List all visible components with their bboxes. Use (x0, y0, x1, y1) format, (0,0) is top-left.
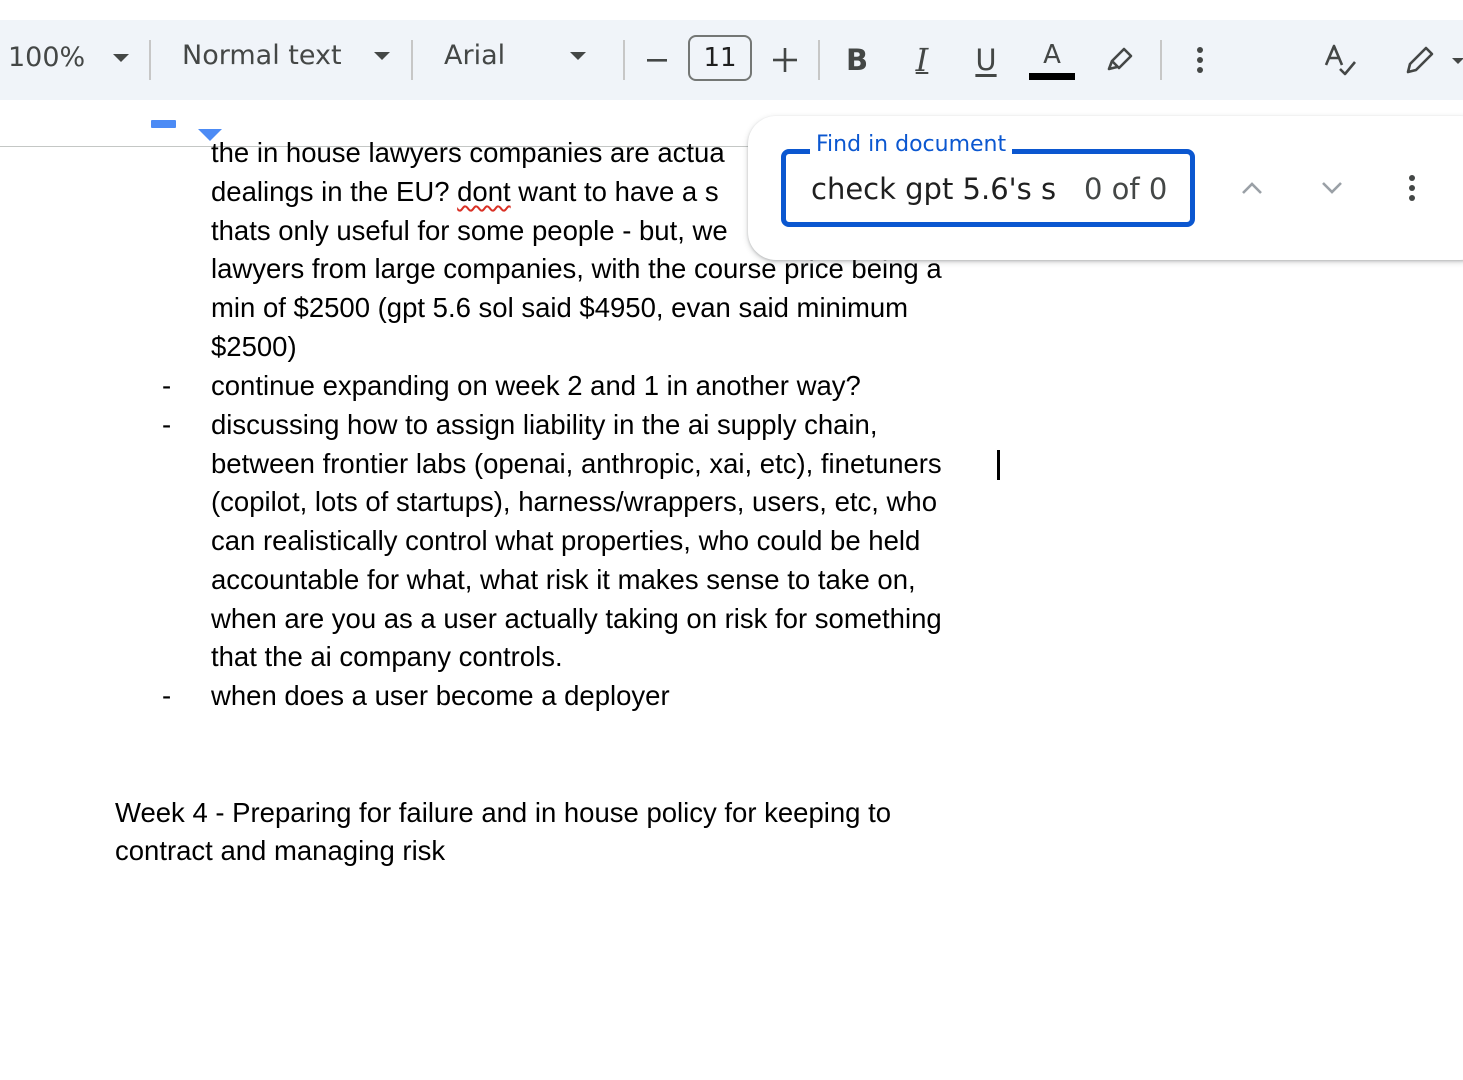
list-item-line: that the ai company controls. (211, 641, 563, 672)
previous-match-button[interactable] (1230, 166, 1274, 210)
list-item-line: between frontier labs (openai, anthropic… (211, 448, 942, 479)
paragraph-line: the in house lawyers companies are actua (211, 137, 725, 168)
paragraph-line: $2500) (211, 331, 297, 362)
section-heading-line: Week 4 - Preparing for failure and in ho… (115, 797, 892, 828)
paragraph-line: thats only useful for some people - but,… (211, 215, 728, 246)
find-panel: Find in document check gpt 5.6's s 0 of … (748, 116, 1463, 260)
list-item: continue expanding on week 2 and 1 in an… (211, 370, 861, 401)
spelling-error[interactable]: dont (457, 176, 511, 207)
chevron-up-icon (1242, 182, 1262, 194)
next-match-button[interactable] (1310, 166, 1354, 210)
list-item-line: discussing how to assign liability in th… (211, 409, 878, 440)
list-item-line: when are you as a user actually taking o… (211, 603, 942, 634)
list-item-line: can realistically control what propertie… (211, 525, 921, 556)
text-cursor (997, 450, 1000, 480)
list-item: when does a user become a deployer (211, 680, 670, 711)
bullet-marker: - (162, 680, 172, 711)
match-count: 0 of 0 (1084, 172, 1168, 206)
find-more-options-button[interactable] (1390, 166, 1434, 210)
bullet-marker: - (162, 370, 172, 401)
list-item-line: accountable for what, what risk it makes… (211, 564, 916, 595)
paragraph-line: min of $2500 (gpt 5.6 sol said $4950, ev… (211, 292, 909, 323)
find-field[interactable]: Find in document check gpt 5.6's s 0 of … (781, 130, 1195, 227)
list-item-line: (copilot, lots of startups), harness/wra… (211, 486, 937, 517)
find-field-label: Find in document (810, 130, 1013, 160)
paragraph-line: dealings in the EU? dont want to have a … (211, 176, 719, 207)
chevron-down-icon (1322, 182, 1342, 194)
section-heading-line: contract and managing risk (115, 835, 446, 866)
more-vert-icon (1409, 175, 1415, 201)
bullet-marker: - (162, 409, 172, 440)
find-input[interactable]: check gpt 5.6's s (811, 164, 1059, 214)
